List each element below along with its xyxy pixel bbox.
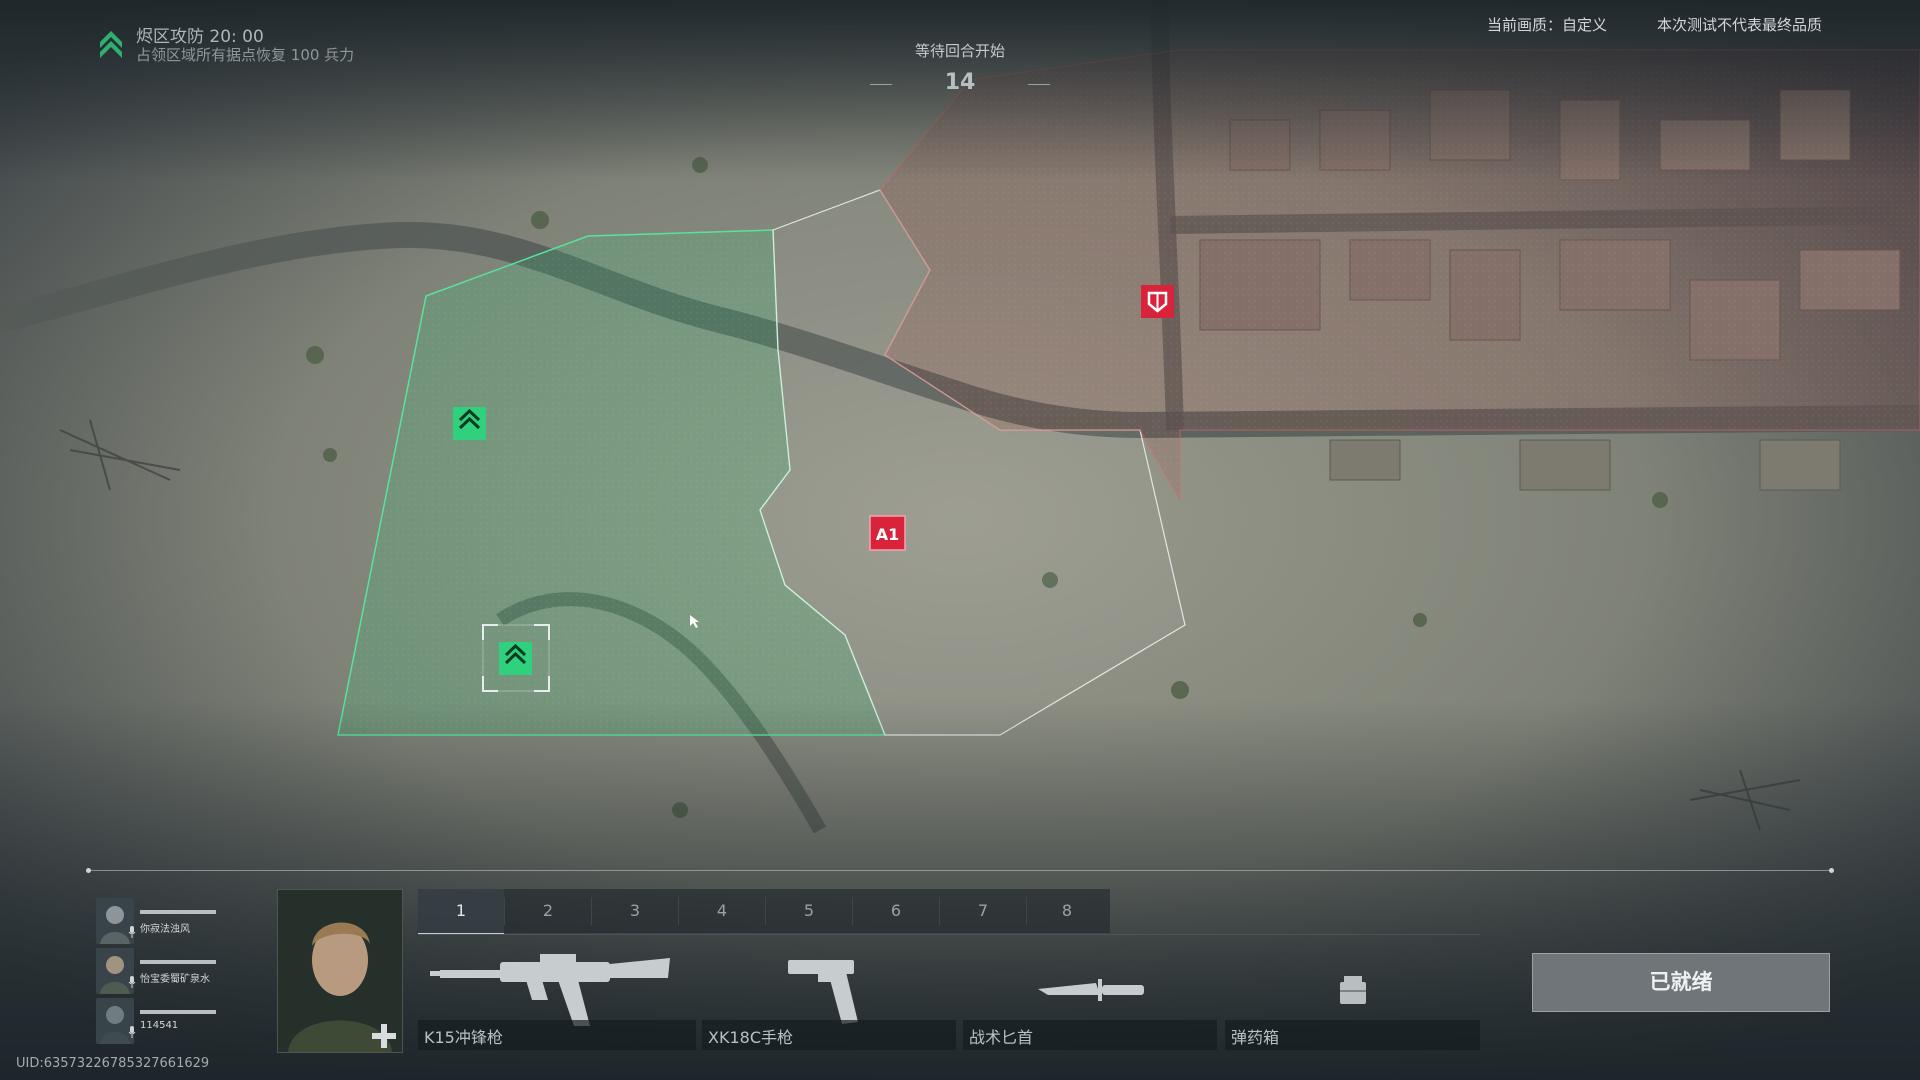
knife-icon[interactable] (1038, 975, 1146, 1005)
ammo-box-icon[interactable] (1338, 972, 1368, 1006)
divider-dot (86, 868, 91, 873)
loadout-tab-1[interactable]: 1 (418, 889, 504, 935)
loadout-tabs: 1 2 3 4 5 6 7 8 (418, 889, 1110, 935)
squad-health-bar (140, 910, 216, 914)
loadout-tab-5[interactable]: 5 (766, 889, 852, 933)
squad-member-name: 114541 (140, 1020, 179, 1031)
user-id: UID:635732267853276616​29 (16, 1056, 210, 1071)
loadout-tab-8[interactable]: 8 (1024, 889, 1110, 933)
tabs-underline (418, 934, 1480, 935)
squad-member[interactable]: 怡宝委蜀矿泉水 (96, 948, 226, 994)
squad-member-name: 你寂法浊风 (140, 924, 190, 935)
loadout-tab-6[interactable]: 6 (853, 889, 939, 933)
round-countdown: 14 (944, 70, 976, 95)
loadout-tab-3[interactable]: 3 (592, 889, 678, 933)
squad-health-bar (140, 1010, 216, 1014)
loadout-slot-gadget[interactable]: 弹药箱 (1225, 1020, 1480, 1050)
squad-member-name: 怡宝委蜀矿泉水 (140, 974, 210, 985)
loadout-slot-secondary[interactable]: XK18C手枪 (702, 1020, 956, 1050)
bottom-divider (88, 870, 1832, 871)
enemy-hq-marker[interactable] (1141, 285, 1174, 318)
game-mode-description: 占领区域所有据点恢复 100 兵力 (136, 46, 355, 64)
slot-label: 弹药箱 (1231, 1028, 1280, 1047)
loadout-slot-melee[interactable]: 战术匕首 (963, 1020, 1217, 1050)
loadout-tab-7[interactable]: 7 (940, 889, 1026, 933)
divider-dot (1829, 868, 1834, 873)
ready-button[interactable]: 已就绪 (1532, 953, 1830, 1012)
graphics-quality-label: 当前画质：自定义 (1487, 16, 1608, 34)
microphone-icon (128, 976, 136, 988)
game-mode-info: 烬区攻防 20: 00 占领区域所有据点恢复 100 兵力 (98, 20, 478, 66)
squad-member[interactable]: 你寂法浊风 (96, 898, 226, 944)
slot-label: 战术匕首 (969, 1028, 1034, 1047)
objective-a1-label: A1 (876, 525, 900, 544)
loadout-slot-primary[interactable]: K15冲锋枪 (418, 1020, 696, 1050)
round-status: 等待回合开始 (914, 42, 1005, 60)
objective-a1-marker[interactable]: A1 (869, 515, 906, 551)
microphone-icon (128, 1026, 136, 1038)
slot-label: XK18C手枪 (708, 1028, 793, 1047)
slot-label: K15冲锋枪 (424, 1028, 503, 1047)
countdown-dash-right (1028, 84, 1050, 85)
loadout-tab-2[interactable]: 2 (505, 889, 591, 933)
squad-health-bar (140, 960, 216, 964)
test-disclaimer: 本次测试不代表最终品质 (1657, 16, 1823, 34)
loadout-tab-4[interactable]: 4 (679, 889, 765, 933)
microphone-icon (128, 926, 136, 938)
friendly-spawn-marker[interactable] (453, 407, 486, 440)
countdown-dash-left (870, 84, 892, 85)
chevron-up-icon (100, 31, 122, 58)
squad-member[interactable]: 114541 (96, 998, 226, 1044)
plus-icon[interactable] (370, 1022, 398, 1050)
